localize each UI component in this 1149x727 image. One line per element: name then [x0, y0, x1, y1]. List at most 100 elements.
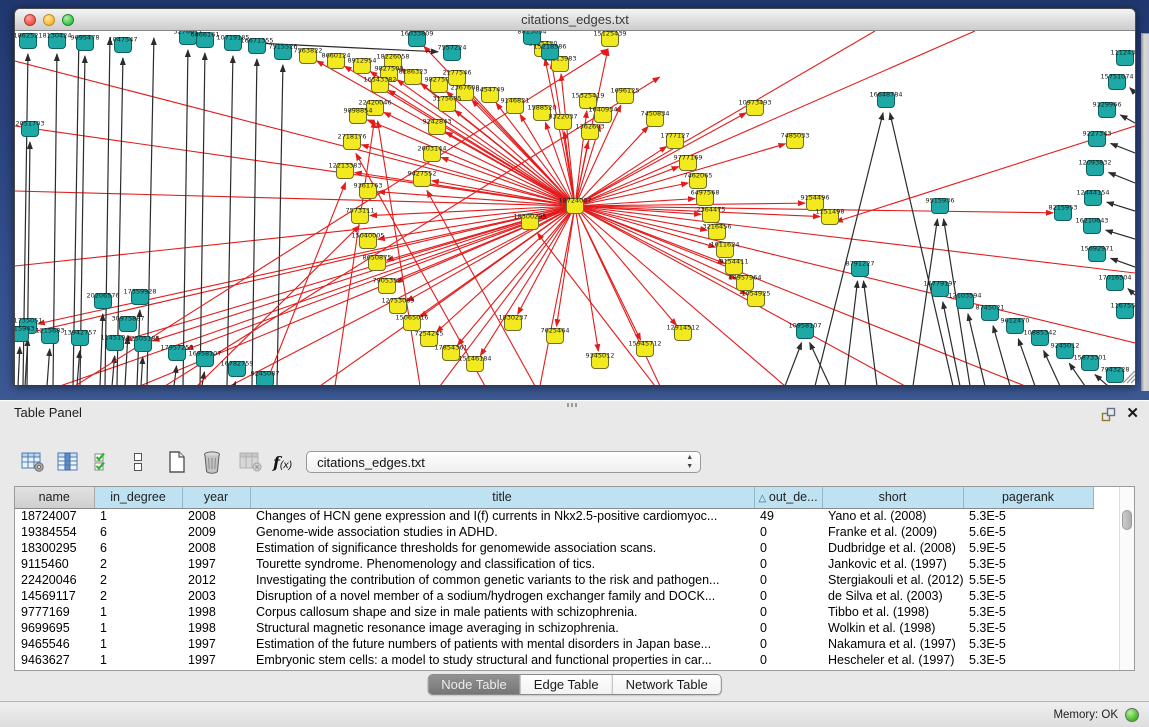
table-cell[interactable]: Nakamura et al. (1997): [822, 636, 963, 652]
network-node[interactable]: 1145194: [101, 334, 130, 351]
table-cell[interactable]: 1998: [182, 620, 250, 636]
table-cell[interactable]: 1998: [182, 604, 250, 620]
table-cell[interactable]: Corpus callosum shape and size in male p…: [250, 604, 754, 620]
table-cell[interactable]: Tibbo et al. (1998): [822, 604, 963, 620]
table-cell[interactable]: 5.5E-5: [963, 572, 1093, 588]
network-node[interactable]: 9361763: [354, 182, 383, 199]
network-node[interactable]: 1151498: [816, 208, 845, 225]
column-header-short[interactable]: short: [822, 487, 963, 508]
table-cell[interactable]: Tourette syndrome. Phenomenology and cla…: [250, 556, 754, 572]
network-node[interactable]: 15945712: [628, 340, 661, 357]
network-node[interactable]: 20206576: [86, 292, 119, 309]
table-cell[interactable]: 6: [94, 524, 182, 540]
table-cell[interactable]: Wolkin et al. (1998): [822, 620, 963, 636]
table-cell[interactable]: 0: [754, 636, 822, 652]
network-node[interactable]: 2603144: [418, 145, 447, 162]
minimize-window-icon[interactable]: [43, 14, 55, 26]
function-builder-icon[interactable]: f(x): [273, 453, 292, 472]
network-node[interactable]: 1167553: [1111, 302, 1135, 319]
column-header-in_degree[interactable]: in_degree: [94, 487, 182, 508]
table-cell[interactable]: 0: [754, 524, 822, 540]
table-cell[interactable]: 49: [754, 508, 822, 524]
table-cell[interactable]: 2008: [182, 540, 250, 556]
table-cell[interactable]: 1997: [182, 636, 250, 652]
network-node[interactable]: 7557224: [438, 44, 467, 61]
tab-node-table[interactable]: Node Table: [428, 675, 520, 694]
network-node[interactable]: 9777169: [674, 154, 703, 171]
table-cell[interactable]: 2009: [182, 524, 250, 540]
network-node[interactable]: 1215683: [36, 327, 65, 344]
table-cell[interactable]: 2: [94, 556, 182, 572]
new-table-icon[interactable]: [164, 449, 190, 475]
window-titlebar[interactable]: citations_edges.txt: [15, 9, 1135, 31]
table-cell[interactable]: 0: [754, 572, 822, 588]
network-node[interactable]: 1054925: [742, 290, 771, 307]
table-cell[interactable]: 5.3E-5: [963, 636, 1093, 652]
network-node[interactable]: 12914512: [666, 324, 699, 341]
table-cell[interactable]: Estimation of significance thresholds fo…: [250, 540, 754, 556]
table-cell[interactable]: Changes of HCN gene expression and I(f) …: [250, 508, 754, 524]
network-node[interactable]: 3216456: [703, 223, 732, 240]
table-cell[interactable]: 1: [94, 508, 182, 524]
network-node[interactable]: 15125439: [593, 31, 626, 47]
column-header-out_de[interactable]: △ out_de...: [754, 487, 822, 508]
network-node[interactable]: 9245087: [251, 370, 280, 386]
table-cell[interactable]: 5.3E-5: [963, 508, 1093, 524]
table-cell[interactable]: 5.3E-5: [963, 604, 1093, 620]
close-window-icon[interactable]: [24, 14, 36, 26]
table-cell[interactable]: 1997: [182, 652, 250, 668]
table-cell[interactable]: 0: [754, 588, 822, 604]
network-node[interactable]: 12093832: [1078, 159, 1111, 176]
network-node[interactable]: 8215953: [1049, 204, 1078, 221]
network-node[interactable]: 15751074: [1100, 73, 1133, 90]
column-header-name[interactable]: name: [15, 487, 94, 508]
network-node[interactable]: 1696125: [611, 87, 640, 104]
network-node[interactable]: 7905352: [373, 277, 402, 294]
table-row[interactable]: 1830029562008Estimation of significance …: [15, 540, 1120, 556]
table-cell[interactable]: 5.6E-5: [963, 524, 1093, 540]
network-node[interactable]: 7485033: [781, 132, 810, 149]
table-row[interactable]: 1456911722003Disruption of a novel membe…: [15, 588, 1120, 604]
network-node[interactable]: 1362603: [576, 123, 605, 140]
table-cell[interactable]: 1: [94, 636, 182, 652]
table-cell[interactable]: 6: [94, 540, 182, 556]
table-row[interactable]: 946362711997Embryonic stem cells: a mode…: [15, 652, 1120, 668]
network-node[interactable]: 2051703: [16, 120, 45, 137]
network-node[interactable]: 10973493: [738, 99, 771, 116]
network-node[interactable]: 7450834: [641, 110, 670, 127]
column-header-pagerank[interactable]: pagerank: [963, 487, 1093, 508]
table-cell[interactable]: Structural magnetic resonance image aver…: [250, 620, 754, 636]
table-cell[interactable]: Franke et al. (2009): [822, 524, 963, 540]
network-node[interactable]: 9345012: [586, 352, 615, 369]
network-node[interactable]: 8130424: [43, 32, 72, 49]
network-node[interactable]: 1047547: [109, 36, 138, 53]
network-node[interactable]: 3175685: [433, 95, 462, 112]
table-cell[interactable]: 2008: [182, 508, 250, 524]
table-cell[interactable]: 18300295: [15, 540, 94, 556]
network-node[interactable]: 17359928: [123, 288, 156, 305]
deselect-all-rows-icon[interactable]: [125, 449, 151, 475]
table-cell[interactable]: 5.3E-5: [963, 652, 1093, 668]
table-cell[interactable]: de Silva et al. (2003): [822, 588, 963, 604]
column-header-year[interactable]: year: [182, 487, 250, 508]
network-node[interactable]: 13942757: [63, 329, 96, 346]
show-columns-icon[interactable]: [55, 449, 81, 475]
table-row[interactable]: 946554611997Estimation of the future num…: [15, 636, 1120, 652]
table-row[interactable]: 2242004622012Investigating the contribut…: [15, 572, 1120, 588]
network-node[interactable]: 7563822: [294, 47, 323, 64]
network-node[interactable]: 1611624: [711, 241, 740, 258]
column-header-title[interactable]: title: [250, 487, 754, 508]
network-node[interactable]: 15692971: [1080, 245, 1113, 262]
network-node[interactable]: 12444154: [1076, 189, 1109, 206]
table-cell[interactable]: Estimation of the future numbers of pati…: [250, 636, 754, 652]
network-node[interactable]: 1862521: [15, 32, 42, 49]
network-node[interactable]: 7625464: [541, 327, 570, 344]
table-cell[interactable]: Disruption of a novel member of a sodium…: [250, 588, 754, 604]
table-selector-dropdown[interactable]: citations_edges.txt ▲▼: [306, 451, 701, 473]
table-cell[interactable]: 9463627: [15, 652, 94, 668]
table-cell[interactable]: 9115460: [15, 556, 94, 572]
network-node[interactable]: 15146184: [458, 355, 491, 372]
network-canvas[interactable]: 7563822866012489129541822605898275031654…: [15, 31, 1135, 385]
table-cell[interactable]: 0: [754, 540, 822, 556]
network-node[interactable]: 16210643: [1075, 217, 1108, 234]
